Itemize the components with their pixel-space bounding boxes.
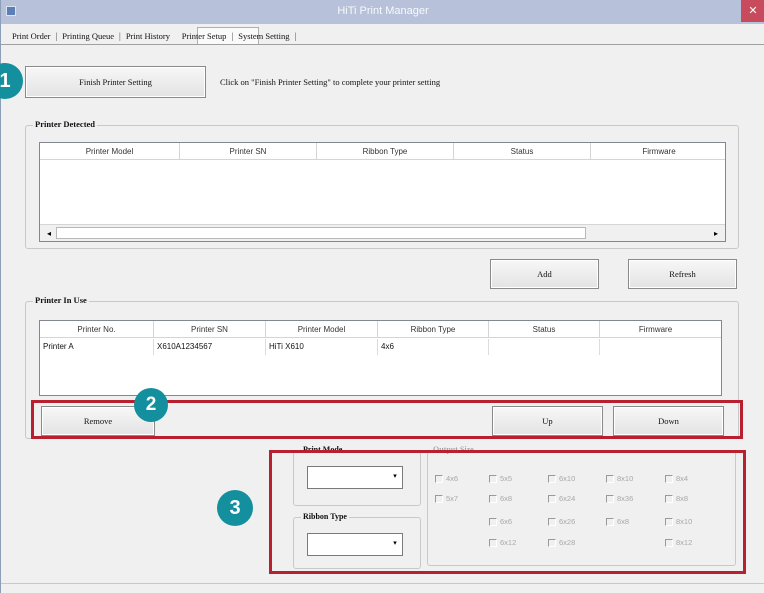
scroll-left-icon[interactable]: ◂	[42, 227, 56, 240]
horizontal-scrollbar[interactable]: ◂ ▸	[40, 224, 725, 241]
tab-divider	[1, 44, 764, 45]
column-header[interactable]: Printer SN	[180, 143, 317, 160]
column-header[interactable]: Printer Model	[266, 321, 378, 338]
table-row[interactable]: Printer A X610A1234567 HiTi X610 4x6	[40, 339, 721, 355]
printer-in-use-legend: Printer In Use	[33, 295, 89, 305]
tab-printer-setup[interactable]: Printer Setup	[177, 31, 232, 41]
tab-system-setting[interactable]: System Setting	[233, 31, 294, 41]
window-title: HiTi Print Manager	[337, 5, 429, 17]
status-cell	[489, 339, 600, 355]
printer-in-use-list[interactable]: Printer No. Printer SN Printer Model Rib…	[39, 320, 722, 396]
column-header[interactable]: Ribbon Type	[378, 321, 489, 338]
firmware-cell	[600, 339, 711, 355]
ribbon-type-cell: 4x6	[378, 339, 489, 355]
highlight-box-3	[269, 450, 746, 574]
printer-detected-list[interactable]: Printer Model Printer SN Ribbon Type Sta…	[39, 142, 726, 242]
close-button[interactable]: ✕	[741, 0, 764, 22]
finish-printer-setting-button[interactable]: Finish Printer Setting	[25, 66, 206, 98]
printer-in-use-header: Printer No. Printer SN Printer Model Rib…	[40, 321, 721, 338]
printer-model-cell: HiTi X610	[266, 339, 378, 355]
tab-print-order[interactable]: Print Order	[7, 31, 55, 41]
tab-printing-queue[interactable]: Printing Queue	[57, 31, 119, 41]
printer-no-cell: Printer A	[40, 339, 154, 355]
setup-hint: Click on "Finish Printer Setting" to com…	[220, 77, 441, 87]
refresh-button[interactable]: Refresh	[628, 259, 737, 289]
title-bar: HiTi Print Manager ✕	[1, 0, 764, 24]
printer-detected-header: Printer Model Printer SN Ribbon Type Sta…	[40, 143, 725, 160]
status-strip	[1, 583, 764, 593]
app-window: HiTi Print Manager ✕ Print Order | Print…	[0, 0, 764, 593]
column-header[interactable]: Printer Model	[40, 143, 180, 160]
tab-print-history[interactable]: Print History	[121, 31, 175, 41]
column-header[interactable]: Firmware	[600, 321, 711, 338]
column-header[interactable]: Status	[489, 321, 600, 338]
tab-separator: |	[294, 31, 297, 41]
column-header[interactable]: Printer No.	[40, 321, 154, 338]
scroll-right-icon[interactable]: ▸	[709, 227, 723, 240]
column-header[interactable]: Status	[454, 143, 591, 160]
column-header[interactable]: Firmware	[591, 143, 725, 160]
marker-1: 1	[0, 63, 23, 99]
scroll-thumb[interactable]	[56, 227, 586, 239]
tab-bar: Print Order | Printing Queue | Print His…	[7, 31, 296, 41]
column-header[interactable]: Ribbon Type	[317, 143, 454, 160]
marker-3: 3	[217, 490, 253, 526]
printer-detected-legend: Printer Detected	[33, 119, 98, 129]
printer-sn-cell: X610A1234567	[154, 339, 266, 355]
add-button[interactable]: Add	[490, 259, 599, 289]
marker-2: 2	[134, 388, 168, 422]
column-header[interactable]: Printer SN	[154, 321, 266, 338]
